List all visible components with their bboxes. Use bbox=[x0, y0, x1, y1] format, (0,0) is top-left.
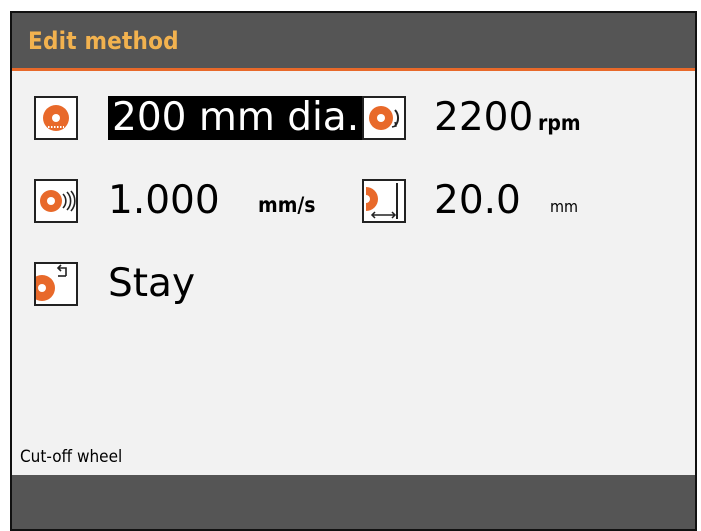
header-bar: Edit method bbox=[12, 13, 695, 68]
speed-value[interactable]: 2200 bbox=[434, 96, 533, 140]
wheel-diameter-icon[interactable] bbox=[34, 96, 78, 140]
wheel-diameter-value[interactable]: 200 mm dia. bbox=[108, 96, 364, 140]
page-title: Edit method bbox=[28, 27, 179, 55]
end-position-value[interactable]: Stay bbox=[108, 262, 195, 306]
wheel-rotation-icon[interactable] bbox=[362, 96, 406, 140]
speed-unit: rpm bbox=[538, 111, 581, 135]
return-position-icon[interactable] bbox=[34, 262, 78, 306]
status-text: Cut-off wheel bbox=[20, 447, 123, 467]
cut-length-unit: mm bbox=[550, 197, 579, 216]
parameter-panel: 200 mm dia. 2200 rpm 1.000 mm/s 20.0 mm … bbox=[12, 71, 695, 475]
feed-speed-icon[interactable] bbox=[34, 179, 78, 223]
cut-length-value[interactable]: 20.0 bbox=[434, 179, 521, 223]
feed-value[interactable]: 1.000 bbox=[108, 179, 220, 223]
method-editor-screen: Edit method 200 mm dia. 2200 rpm 1.000 m… bbox=[10, 11, 697, 531]
feed-unit: mm/s bbox=[258, 193, 316, 217]
cut-length-icon[interactable] bbox=[362, 179, 406, 223]
footer-bar bbox=[12, 475, 695, 529]
